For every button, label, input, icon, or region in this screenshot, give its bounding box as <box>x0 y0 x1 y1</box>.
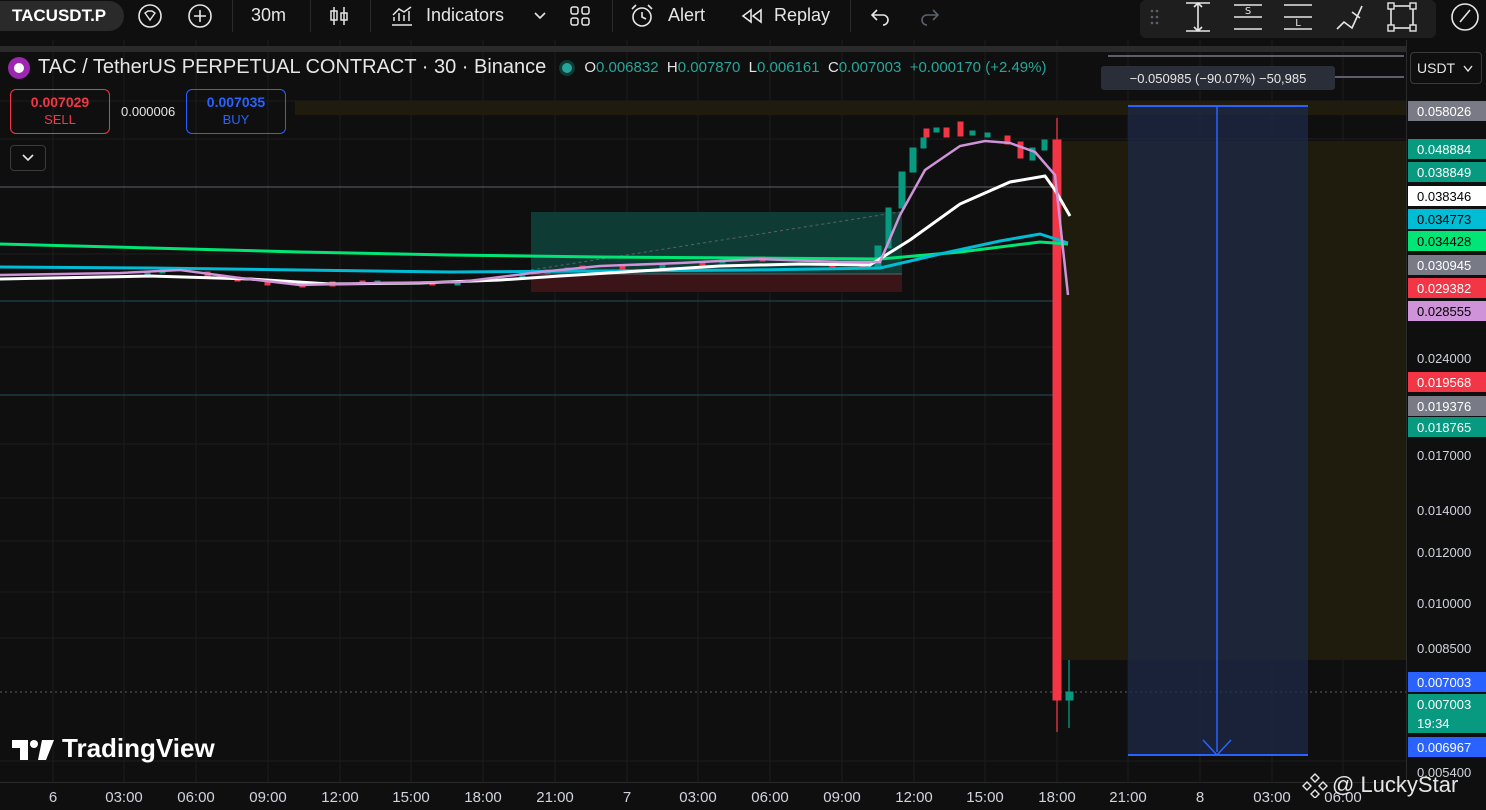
candles <box>144 118 1074 732</box>
time-label: 21:00 <box>1109 789 1147 806</box>
tradingview-logo-icon <box>12 739 54 760</box>
redo-icon[interactable] <box>916 4 944 28</box>
symbol-settings-icon[interactable] <box>136 4 164 28</box>
symbol-legend: TAC / TetherUS PERPETUAL CONTRACT · 30 ·… <box>8 56 1046 79</box>
price-label: 0.048884 <box>1408 139 1486 159</box>
price-range-icon[interactable] <box>1182 0 1214 34</box>
buy-price: 0.007035 <box>206 94 266 110</box>
symbol-title: TAC / TetherUS PERPETUAL CONTRACT · 30 ·… <box>38 56 547 78</box>
sell-button[interactable]: 0.007029 SELL <box>10 89 110 134</box>
price-label: 0.024000 <box>1417 350 1472 366</box>
time-label: 06:00 <box>751 789 789 806</box>
time-label: 18:00 <box>1038 789 1076 806</box>
alert-button[interactable]: Alert <box>668 5 705 26</box>
top-toolbar: TACUSDT.P 30m Indicators Alert Replay S … <box>0 0 1486 38</box>
price-label: 0.030945 <box>1408 255 1486 275</box>
time-label: 6 <box>48 789 58 806</box>
tradingview-logo: TradingView <box>12 733 215 764</box>
chevron-down-icon <box>1463 65 1473 73</box>
spread-value: 0.000006 <box>121 104 176 119</box>
price-label: 0.012000 <box>1417 544 1472 560</box>
replay-button[interactable]: Replay <box>774 5 830 26</box>
svg-text:S: S <box>1245 6 1251 17</box>
candles-icon[interactable] <box>325 4 353 28</box>
time-label: 7 <box>622 789 632 806</box>
price-label: 0.029382 <box>1408 278 1486 298</box>
price-label: 0.006967 <box>1408 737 1486 757</box>
ohlc-values: O0.006832 H0.007870 L0.006161 C0.007003 … <box>584 59 1047 76</box>
time-label: 18:00 <box>464 789 502 806</box>
indicators-icon[interactable] <box>388 4 416 28</box>
price-label: 0.018765 <box>1408 417 1486 437</box>
symbol-label: TACUSDT.P <box>12 6 107 25</box>
drag-handle-icon[interactable] <box>1150 8 1160 28</box>
sell-label: SELL <box>44 112 76 127</box>
price-label: 0.007003 <box>1408 672 1486 692</box>
market-status-icon <box>562 62 573 73</box>
long-position-icon[interactable]: L <box>1282 2 1314 32</box>
pen-icon[interactable] <box>1450 2 1480 32</box>
svg-text:L: L <box>1295 18 1301 29</box>
price-label: 0.034428 <box>1408 231 1486 251</box>
time-label: 21:00 <box>536 789 574 806</box>
price-label: 0.010000 <box>1417 595 1472 611</box>
time-label: 12:00 <box>321 789 359 806</box>
rectangle-icon[interactable] <box>1386 2 1418 32</box>
sell-price: 0.007029 <box>30 94 90 110</box>
price-label: 0.014000 <box>1417 502 1472 518</box>
binance-square-icon <box>1302 773 1328 798</box>
time-axis[interactable]: 6 03:00 06:00 09:00 12:00 15:00 18:00 21:00 7 03:… <box>0 782 1406 810</box>
chevron-down-icon <box>22 154 34 162</box>
collapse-legend-button[interactable] <box>10 145 46 171</box>
time-label: 06:00 <box>177 789 215 806</box>
time-label: 15:00 <box>966 789 1004 806</box>
watermark: @ LuckyStar <box>1302 772 1458 798</box>
drawing-tools-panel: S L <box>1140 0 1436 38</box>
chevron-down-icon[interactable] <box>526 4 554 28</box>
price-label: 19:34 <box>1408 713 1486 733</box>
measure-tooltip: −0.050985 (−90.07%) −50,985 <box>1101 66 1335 90</box>
compare-symbol-icon[interactable] <box>186 4 214 28</box>
price-label: 0.019376 <box>1408 396 1486 416</box>
watermark-text: @ LuckyStar <box>1332 772 1459 797</box>
time-label: 03:00 <box>105 789 143 806</box>
price-label: 0.007003 <box>1408 694 1486 714</box>
symbol-search-button[interactable]: TACUSDT.P <box>0 1 124 31</box>
alarm-clock-icon[interactable] <box>628 4 656 28</box>
undo-icon[interactable] <box>866 4 894 28</box>
layouts-icon[interactable] <box>566 4 594 28</box>
price-axis[interactable]: 0.058026 0.048884 0.038849 0.038346 0.034773… <box>1406 40 1486 782</box>
buy-label: BUY <box>222 112 250 127</box>
fib-levels-icon[interactable]: S <box>1232 2 1264 32</box>
replay-icon[interactable] <box>738 4 766 28</box>
currency-selector[interactable]: USDT <box>1410 52 1482 84</box>
price-label: 0.034773 <box>1408 209 1486 229</box>
time-label: 03:00 <box>679 789 717 806</box>
indicators-button[interactable]: Indicators <box>426 5 504 26</box>
buy-button[interactable]: 0.007035 BUY <box>186 89 286 134</box>
currency-label: USDT <box>1417 60 1456 76</box>
price-label: 0.038346 <box>1408 186 1486 206</box>
brand-text: TradingView <box>62 733 215 763</box>
price-label: 0.017000 <box>1417 447 1472 463</box>
time-label: 03:00 <box>1253 789 1291 806</box>
price-label: 0.019568 <box>1408 372 1486 392</box>
price-label: 0.028555 <box>1408 301 1486 321</box>
price-label: 0.058026 <box>1408 101 1486 121</box>
symbol-logo-icon <box>8 56 30 79</box>
time-label: 12:00 <box>895 789 933 806</box>
time-label: 15:00 <box>392 789 430 806</box>
price-label: 0.038849 <box>1408 162 1486 182</box>
interval-button[interactable]: 30m <box>251 5 286 26</box>
chart-pane[interactable]: −0.050985 (−90.07%) −50,985 <box>0 40 1406 782</box>
time-label: 8 <box>1195 789 1205 806</box>
brush-icon[interactable] <box>1334 2 1366 32</box>
time-label: 09:00 <box>823 789 861 806</box>
price-label: 0.008500 <box>1417 640 1472 656</box>
time-label: 09:00 <box>249 789 287 806</box>
